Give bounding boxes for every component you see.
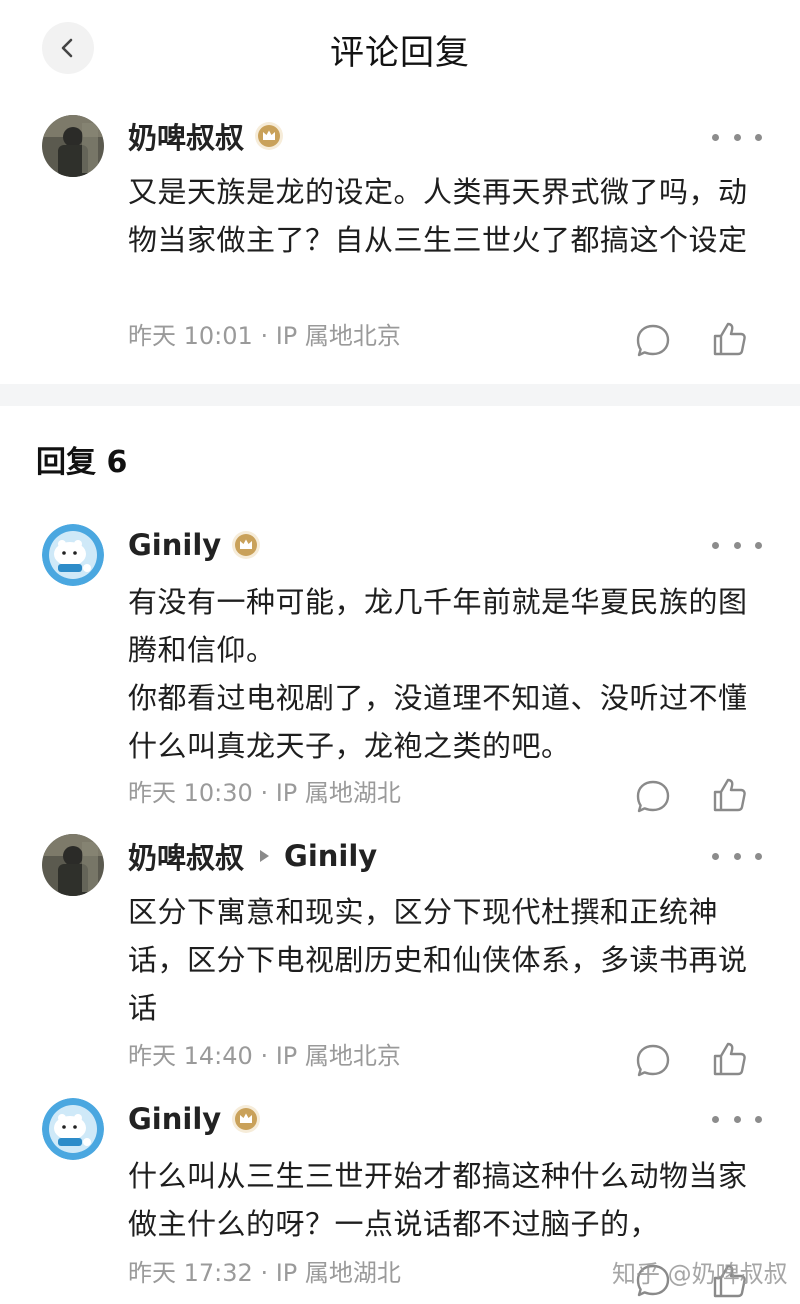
meta-separator: · [260, 1042, 269, 1070]
author-name[interactable]: Ginily [128, 528, 221, 562]
author-row: Ginily [128, 525, 261, 565]
comment-meta: 昨天 10:30 · IP 属地湖北 [128, 775, 401, 811]
crown-badge-icon [232, 1105, 261, 1133]
avatar[interactable] [42, 834, 104, 896]
crown-badge-icon [255, 122, 284, 150]
reply-bubble-icon[interactable] [634, 778, 672, 816]
comment-meta: 昨天 17:32 · IP 属地湖北 [128, 1255, 401, 1291]
reply-bubble-icon[interactable] [634, 1042, 672, 1080]
comment-time: 昨天 14:40 [128, 1042, 253, 1070]
reply-arrow-icon [260, 850, 270, 862]
comment-time: 昨天 10:01 [128, 322, 253, 350]
comment-text: 又是天族是龙的设定。人类再天界式微了吗，动物当家做主了？自从三生三世火了都搞这个… [128, 175, 748, 257]
comment-meta: 昨天 10:01 · IP 属地北京 [128, 318, 401, 354]
watermark: 知乎 @奶啤叔叔 [612, 1260, 788, 1288]
avatar[interactable] [42, 524, 104, 586]
more-dots-icon[interactable] [712, 841, 762, 871]
author-row: Ginily [128, 1099, 261, 1139]
comment-meta: 昨天 14:40 · IP 属地北京 [128, 1038, 401, 1074]
like-thumb-icon[interactable] [710, 776, 748, 814]
comment-location: IP 属地湖北 [275, 1259, 401, 1287]
like-thumb-icon[interactable] [710, 320, 748, 358]
meta-separator: · [260, 322, 269, 350]
comment-text: 区分下寓意和现实，区分下现代杜撰和正统神话，区分下电视剧历史和仙侠体系，多读书再… [128, 895, 748, 1025]
author-name[interactable]: 奶啤叔叔 [128, 115, 244, 157]
comment-location: IP 属地湖北 [275, 779, 401, 807]
author-name[interactable]: 奶啤叔叔 [128, 835, 244, 877]
reply-to-name[interactable]: Ginily [284, 839, 377, 873]
comment-time: 昨天 10:30 [128, 779, 253, 807]
author-row: 奶啤叔叔 [128, 116, 284, 156]
comment-location: IP 属地北京 [275, 322, 401, 350]
author-name[interactable]: Ginily [128, 1102, 221, 1136]
more-dots-icon[interactable] [712, 122, 762, 152]
avatar[interactable] [42, 115, 104, 177]
comment-reply-page: 评论回复 奶啤叔叔 又是天族是龙的设定。人类再天界式微了吗，动物当家做主了？自从… [0, 0, 800, 1304]
page-title: 评论回复 [330, 33, 470, 73]
replies-heading: 回复 6 [36, 445, 128, 480]
comment-location: IP 属地北京 [275, 1042, 401, 1070]
meta-separator: · [260, 1259, 269, 1287]
author-row: 奶啤叔叔 Ginily [128, 836, 377, 876]
crown-badge-icon [232, 531, 261, 559]
meta-separator: · [260, 779, 269, 807]
more-dots-icon[interactable] [712, 530, 762, 560]
top-bar: 评论回复 [0, 0, 800, 100]
comment-text: 什么叫从三生三世开始才都搞这种什么动物当家做主什么的呀？一点说话都不过脑子的， [128, 1159, 748, 1241]
reply-bubble-icon[interactable] [634, 322, 672, 360]
section-divider [0, 384, 800, 406]
comment-time: 昨天 17:32 [128, 1259, 253, 1287]
comment-text: 有没有一种可能，龙几千年前就是华夏民族的图腾和信仰。 你都看过电视剧了，没道理不… [128, 585, 748, 763]
like-thumb-icon[interactable] [710, 1040, 748, 1078]
more-dots-icon[interactable] [712, 1104, 762, 1134]
avatar[interactable] [42, 1098, 104, 1160]
